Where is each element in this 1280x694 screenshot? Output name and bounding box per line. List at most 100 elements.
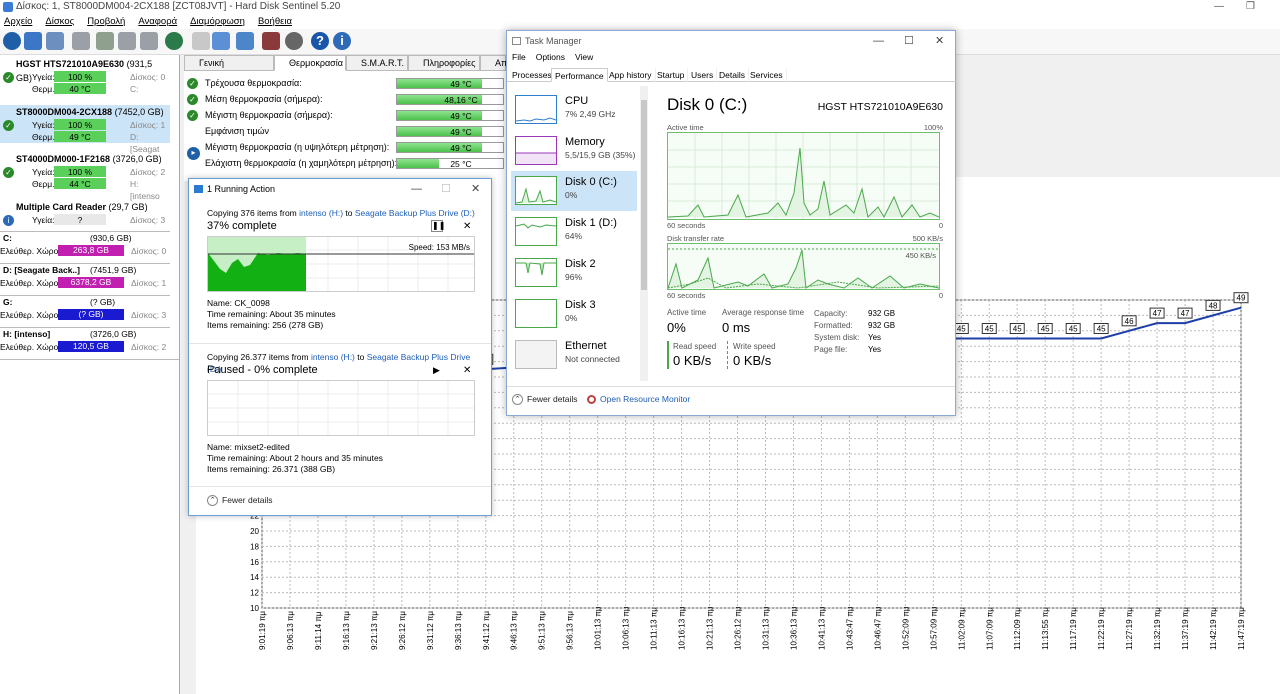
disk-icon[interactable] xyxy=(24,32,42,50)
x-tick-label: 10:16:13 πμ xyxy=(678,606,687,650)
copy-dialog-title: 1 Running Action xyxy=(207,184,276,194)
info-icon[interactable]: i xyxy=(333,32,351,50)
resource-cpu[interactable]: CPU 7% 2,49 GHz xyxy=(511,90,637,130)
x-tick-label: 9:16:13 πμ xyxy=(342,611,351,650)
tm-menu-options[interactable]: Options xyxy=(536,52,565,62)
x-tick-label: 11:37:19 πμ xyxy=(1181,607,1190,650)
temp-row: ✓ Τρέχουσα θερμοκρασία: 49 °C xyxy=(184,76,514,91)
partition-item[interactable]: D: [Seagate Back..] (7451,9 GB) Ελεύθερ. … xyxy=(0,263,170,290)
menu-disk[interactable]: Δίσκος xyxy=(45,16,74,27)
menu-help[interactable]: Βοήθεια xyxy=(258,16,292,27)
tab-users[interactable]: Users xyxy=(688,68,718,82)
resource-disk0[interactable]: Disk 0 (C:) 0% xyxy=(511,171,637,211)
chevron-up-icon: ⌃ xyxy=(512,394,523,406)
disk-item[interactable]: HGST HTS721010A9E630 (931,5 GB) ✓ Υγεία: 1… xyxy=(0,57,170,95)
free-space-bar: 6378,2 GB xyxy=(58,277,124,288)
partition-item[interactable]: G: (? GB) Ελεύθερ. Χώρος (? GB) Δίσκος: 3 xyxy=(0,295,170,322)
tab-overview[interactable]: Γενική επισκόπηση xyxy=(184,55,274,82)
disk-item-selected[interactable]: ST8000DM004-2CX188 (7452,0 GB) ✓ Υγεία: 10… xyxy=(0,105,170,154)
pause-icon[interactable]: ❚❚ xyxy=(431,220,445,232)
minimize-icon[interactable]: — xyxy=(1214,0,1224,14)
cancel-icon[interactable]: ✕ xyxy=(463,363,471,378)
disk-item[interactable]: ST4000DM000-1F2168 (3726,0 GB) ✓ Υγεία: 10… xyxy=(0,152,170,201)
menu-view[interactable]: Προβολή xyxy=(87,16,125,27)
resource-sub: 5,5/15,9 GB (35%) xyxy=(565,150,636,160)
monitor-icon[interactable] xyxy=(262,32,280,50)
test-icon[interactable] xyxy=(72,32,90,50)
x-tick-label: 9:26:12 πμ xyxy=(398,611,407,650)
source-link[interactable]: intenso (H:) xyxy=(311,352,355,362)
tm-menu-view[interactable]: View xyxy=(575,52,593,62)
resource-disk3[interactable]: Disk 3 0% xyxy=(511,294,637,334)
data-label: 45 xyxy=(1013,325,1022,334)
minimize-icon[interactable]: — xyxy=(411,179,422,199)
close-icon[interactable]: ✕ xyxy=(471,179,480,199)
tab-more[interactable]: Απ xyxy=(480,55,507,71)
repair-icon[interactable] xyxy=(140,32,158,50)
copy-speed: Speed: 153 MB/s xyxy=(408,243,470,252)
partition-disk: Δίσκος: 2 xyxy=(131,342,167,352)
temp-value: 49 °C xyxy=(54,131,106,142)
refresh-icon[interactable] xyxy=(3,32,21,50)
tab-information[interactable]: Πληροφορίες xyxy=(408,55,480,71)
tab-smart[interactable]: S.M.A.R.T. xyxy=(346,55,408,71)
tab-app-history[interactable]: App history xyxy=(606,68,656,82)
destination-link[interactable]: Seagate Backup Plus Drive (D:) xyxy=(355,208,475,218)
document-icon[interactable] xyxy=(192,32,210,50)
menu-config[interactable]: Διαμόρφωση xyxy=(190,16,245,27)
partition-item[interactable]: H: [intenso] (3726,0 GB) Ελεύθερ. Χώρος 12… xyxy=(0,327,170,354)
fewer-details-button[interactable]: ⌃ Fewer details xyxy=(207,495,273,507)
tab-startup[interactable]: Startup xyxy=(654,68,689,82)
x-tick-label: 11:47:19 πμ xyxy=(1237,607,1246,650)
resource-ethernet[interactable]: Ethernet Not connected xyxy=(511,335,637,375)
maximize-icon[interactable]: ☐ xyxy=(904,31,914,51)
help-icon[interactable]: ? xyxy=(311,32,329,50)
read-speed-label: Read speed xyxy=(673,342,717,351)
gear-icon[interactable] xyxy=(285,32,303,50)
free-space-label: Ελεύθερ. Χώρος xyxy=(0,310,63,320)
y-tick-label: 20 xyxy=(250,527,259,536)
surface-test-icon[interactable] xyxy=(96,32,114,50)
x-tick-label: 11:07:09 πμ xyxy=(985,607,994,650)
restore-icon[interactable]: ❐ xyxy=(1246,0,1255,14)
backup-icon[interactable] xyxy=(236,32,254,50)
x-tick-label: 10:01:13 πμ xyxy=(594,606,603,650)
transfer-graph-max: 500 KB/s xyxy=(912,234,943,243)
resource-scrollbar[interactable] xyxy=(640,86,648,381)
check-icon[interactable] xyxy=(118,32,136,50)
tab-processes[interactable]: Processes xyxy=(509,68,556,82)
maximize-icon[interactable]: ☐ xyxy=(441,179,451,199)
minimize-icon[interactable]: — xyxy=(873,31,884,51)
source-link[interactable]: intenso (H:) xyxy=(299,208,343,218)
globe-icon[interactable] xyxy=(165,32,183,50)
tab-services[interactable]: Services xyxy=(747,68,787,82)
free-space-label: Ελεύθερ. Χώρος xyxy=(0,278,63,288)
disk-index: Δίσκος: 2 xyxy=(130,167,166,177)
copy-info: Name: mixset2-edited Time remaining: Abo… xyxy=(207,442,475,475)
menu-report[interactable]: Αναφορά xyxy=(138,16,177,27)
tab-performance[interactable]: Performance xyxy=(551,68,608,82)
perf-disk-title: Disk 0 (C:) xyxy=(667,95,748,114)
fewer-details-button[interactable]: ⌃ Fewer details xyxy=(512,394,578,406)
resource-name: CPU xyxy=(565,95,589,107)
resource-memory[interactable]: Memory 5,5/15,9 GB (35%) xyxy=(511,131,637,171)
play-icon[interactable]: ▶ xyxy=(433,363,440,378)
tab-details[interactable]: Details xyxy=(716,68,749,82)
close-icon[interactable]: ✕ xyxy=(935,31,944,51)
sync-icon[interactable] xyxy=(212,32,230,50)
response-time-value: 0 ms xyxy=(722,320,751,335)
menu-file[interactable]: Αρχείο xyxy=(4,16,32,27)
x-tick-label: 9:31:12 πμ xyxy=(426,611,435,650)
report-icon[interactable] xyxy=(46,32,64,50)
x-tick-label: 9:01:19 πμ xyxy=(258,611,267,650)
tm-menu-file[interactable]: File xyxy=(512,52,526,62)
disk-name: Multiple Card Reader xyxy=(16,202,107,212)
resource-disk2[interactable]: Disk 2 96% xyxy=(511,253,637,293)
partition-item[interactable]: C: (930,6 GB) Ελεύθερ. Χώρος 263,8 GB Δίσκο… xyxy=(0,231,170,258)
tab-temperature[interactable]: Θερμοκρασία xyxy=(274,55,346,71)
resource-disk1[interactable]: Disk 1 (D:) 64% xyxy=(511,212,637,252)
disk-item[interactable]: Multiple Card Reader (29,7 GB) i Υγεία:? Δ… xyxy=(0,200,170,226)
open-resource-monitor-link[interactable]: Open Resource Monitor xyxy=(587,394,690,405)
cancel-icon[interactable]: ✕ xyxy=(463,219,471,234)
tab-label: Θερμοκρασία xyxy=(289,58,343,68)
